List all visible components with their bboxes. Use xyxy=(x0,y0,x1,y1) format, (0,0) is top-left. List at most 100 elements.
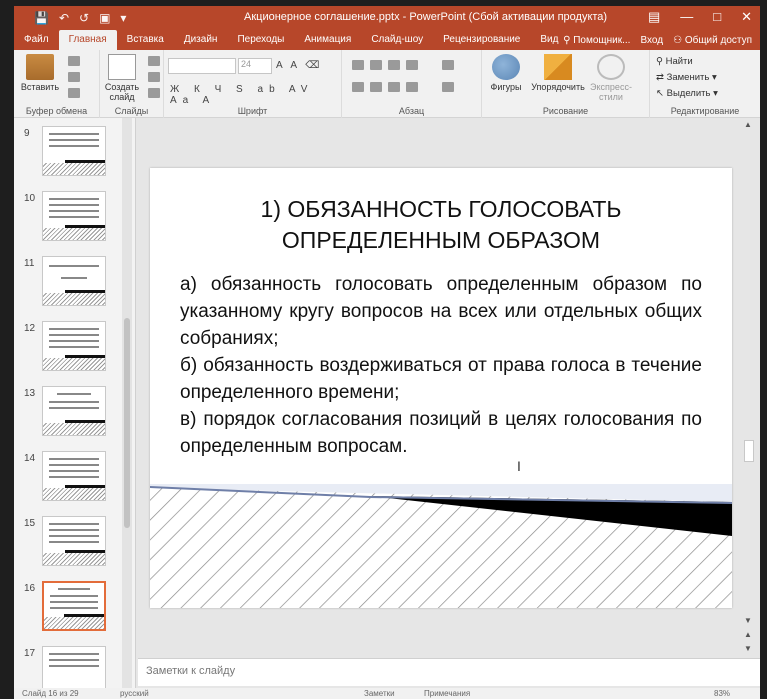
redo-icon[interactable]: ↺ xyxy=(79,11,89,25)
sign-in-link[interactable]: Вход xyxy=(640,35,663,46)
font-grow-shrink[interactable]: A A ⌫ xyxy=(276,60,322,71)
replace-button[interactable]: ⇄ Заменить ▾ xyxy=(656,72,717,83)
slide-body[interactable]: а) обязанность голосовать определенным о… xyxy=(180,271,702,460)
maximize-icon[interactable]: □ xyxy=(713,9,721,25)
layout-icon[interactable] xyxy=(148,56,160,66)
indent-increase-icon[interactable] xyxy=(406,60,418,70)
section-icon[interactable] xyxy=(148,88,160,98)
group-clipboard: Вставить Буфер обмена xyxy=(14,50,100,118)
thumbnail-slide-14[interactable]: 14 xyxy=(14,451,124,511)
group-editing: ⚲ Найти ⇄ Заменить ▾ ↖ Выделить ▾ Редакт… xyxy=(650,50,760,118)
tab-design[interactable]: Дизайн xyxy=(174,30,228,50)
thumbnail-slide-15[interactable]: 15 xyxy=(14,516,124,576)
font-name-field[interactable] xyxy=(168,58,236,74)
format-buttons[interactable]: Ж К Ч S ab AV Aa A xyxy=(170,84,341,106)
justify-icon[interactable] xyxy=(406,82,418,92)
scroll-up-icon[interactable]: ▲ xyxy=(744,120,752,129)
replace-label: Заменить xyxy=(666,72,710,83)
bullets-icon[interactable] xyxy=(352,60,364,70)
align-left-icon[interactable] xyxy=(352,82,364,92)
select-button[interactable]: ↖ Выделить ▾ xyxy=(656,88,718,99)
thumbnail-slide-13[interactable]: 13 xyxy=(14,386,124,446)
slide-paragraph-b: б) обязанность воздерживаться от права г… xyxy=(180,355,702,403)
text-direction-icon[interactable] xyxy=(442,60,454,70)
tab-file[interactable]: Файл xyxy=(14,30,59,50)
thumbnail-slide-10[interactable]: 10 xyxy=(14,191,124,251)
prev-slide-icon[interactable]: ▲ xyxy=(744,630,752,639)
customize-icon[interactable]: ▾ xyxy=(120,11,126,25)
quick-styles-button[interactable]: Экспресс- стили xyxy=(586,54,636,102)
share-button[interactable]: ⚇ Общий доступ xyxy=(673,35,752,46)
cut-icon[interactable] xyxy=(68,56,80,66)
title-bar: 💾 ↶ ↺ ▣ ▾ Акционерное соглашение.pptx - … xyxy=(14,6,760,30)
notes-pane[interactable]: Заметки к слайду xyxy=(138,658,760,686)
shapes-icon xyxy=(492,54,520,80)
paste-button[interactable]: Вставить xyxy=(18,54,62,92)
thumbnail-number: 11 xyxy=(24,258,35,269)
thumbnails-scrollbar-thumb[interactable] xyxy=(124,318,130,528)
reset-icon[interactable] xyxy=(148,72,160,82)
thumbnail-slide-12[interactable]: 12 xyxy=(14,321,124,381)
format-painter-icon[interactable] xyxy=(68,88,80,98)
thumbnail-slide-11[interactable]: 11 xyxy=(14,256,124,316)
main-scrollbar-thumb[interactable] xyxy=(744,440,754,462)
save-icon[interactable]: 💾 xyxy=(34,11,49,25)
thumbnails-scrollbar[interactable] xyxy=(122,118,132,688)
font-size-field[interactable]: 24 xyxy=(238,58,272,74)
thumbnail-image xyxy=(42,126,106,176)
scroll-down-icon[interactable]: ▼ xyxy=(744,616,752,625)
ribbon: Вставить Буфер обмена Создать слайд Слай… xyxy=(14,50,760,118)
tab-slideshow[interactable]: Слайд-шоу xyxy=(361,30,433,50)
undo-icon[interactable]: ↶ xyxy=(59,11,69,25)
tab-review[interactable]: Рецензирование xyxy=(433,30,530,50)
shapes-button[interactable]: Фигуры xyxy=(484,54,528,92)
thumbnail-number: 15 xyxy=(24,518,36,529)
slide-canvas[interactable]: 1) ОБЯЗАННОСТЬ ГОЛОСОВАТЬ ОПРЕДЕЛЕННЫМ О… xyxy=(150,168,732,608)
present-icon[interactable]: ▣ xyxy=(99,11,110,25)
slide-decoration xyxy=(150,484,732,608)
ribbon-options-icon[interactable]: ▤ xyxy=(648,9,660,25)
thumbnail-image xyxy=(42,386,106,436)
quick-styles-label-2: стили xyxy=(599,92,623,102)
tab-transitions[interactable]: Переходы xyxy=(227,30,294,50)
minimize-icon[interactable]: — xyxy=(680,9,693,25)
main-scrollbar[interactable]: ▲ ▼ ▲ ▼ xyxy=(742,118,756,658)
slide-title[interactable]: 1) ОБЯЗАННОСТЬ ГОЛОСОВАТЬ ОПРЕДЕЛЕННЫМ О… xyxy=(170,194,712,256)
close-icon[interactable]: ✕ xyxy=(741,9,752,25)
select-label: Выделить xyxy=(666,88,711,99)
find-button[interactable]: ⚲ Найти xyxy=(656,56,693,67)
tab-insert[interactable]: Вставка xyxy=(117,30,174,50)
align-right-icon[interactable] xyxy=(388,82,400,92)
tell-me[interactable]: ⚲ Помощник... xyxy=(563,35,630,46)
numbering-icon[interactable] xyxy=(370,60,382,70)
lightbulb-icon: ⚲ xyxy=(563,34,571,46)
thumbnail-slide-9[interactable]: 9 xyxy=(14,126,124,186)
thumbnail-image xyxy=(42,516,106,566)
arrange-icon xyxy=(544,54,572,80)
language-indicator[interactable]: русский xyxy=(120,689,149,698)
group-label-slides: Слайды xyxy=(114,106,149,116)
next-slide-icon[interactable]: ▼ xyxy=(744,644,752,653)
zoom-level[interactable]: 83% xyxy=(714,689,730,698)
thumbnail-image xyxy=(42,646,106,688)
indent-decrease-icon[interactable] xyxy=(388,60,400,70)
arrange-button[interactable]: Упорядочить xyxy=(530,54,586,92)
smartart-icon[interactable] xyxy=(442,82,454,92)
thumbnail-slide-16[interactable]: 16 xyxy=(14,581,124,641)
quick-styles-icon xyxy=(597,54,625,80)
new-slide-button[interactable]: Создать слайд xyxy=(100,54,144,102)
new-slide-label-2: слайд xyxy=(109,92,135,102)
align-center-icon[interactable] xyxy=(370,82,382,92)
copy-icon[interactable] xyxy=(68,72,80,82)
slide-title-line-1: 1) ОБЯЗАННОСТЬ ГОЛОСОВАТЬ xyxy=(260,196,622,222)
thumbnail-slide-17[interactable]: 17 xyxy=(14,646,124,688)
comments-button[interactable]: Примечания xyxy=(424,689,470,698)
clipboard-icon xyxy=(26,54,54,80)
thumbnail-image xyxy=(42,256,106,306)
tab-home[interactable]: Главная xyxy=(58,30,117,50)
slide-thumbnails-pane: 9 10 11 12 13 14 15 16 17 xyxy=(14,118,136,688)
group-label-paragraph: Абзац xyxy=(398,106,425,116)
notes-button[interactable]: Заметки xyxy=(364,689,395,698)
tab-animations[interactable]: Анимация xyxy=(294,30,361,50)
quick-access-toolbar: 💾 ↶ ↺ ▣ ▾ xyxy=(14,11,126,25)
